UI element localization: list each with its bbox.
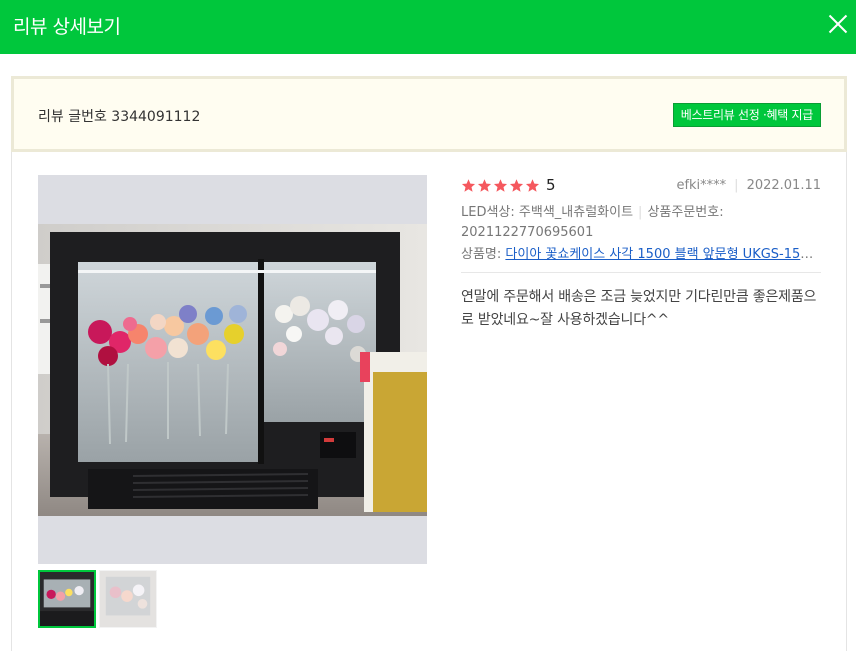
flower-showcase-photo	[38, 224, 427, 516]
product-link[interactable]: 다이아 꽃쇼케이스 사각 1500 블랙 앞문형 UKGS-1500FBL	[505, 247, 821, 262]
option-info: LED색상: 주백색_내츄럴화이트 | 상품주문번호: 20211227706956…	[461, 203, 821, 243]
flower-showcase-thumb-1	[40, 572, 94, 626]
rating-stars	[461, 178, 540, 193]
order-label: 상품주문번호:	[647, 205, 724, 220]
main-image-container	[38, 175, 427, 564]
star-icon	[509, 179, 524, 192]
best-review-badge: 베스트리뷰 선정 ·혜택 지급	[672, 103, 821, 127]
review-number: 리뷰 글번호 3344091112	[38, 109, 201, 125]
close-icon[interactable]	[828, 14, 848, 34]
product-prefix: 상품명:	[461, 247, 502, 262]
section-divider	[461, 272, 821, 273]
modal-header: 리뷰 상세보기	[0, 0, 856, 54]
review-content: 연말에 주문해서 배송은 조금 늦었지만 기다린만큼 좋은제품으로 받았네요~잘…	[461, 289, 817, 328]
modal-title: 리뷰 상세보기	[13, 16, 121, 38]
star-icon	[477, 179, 492, 192]
star-icon	[525, 179, 540, 192]
flower-showcase-thumb-2	[100, 571, 156, 627]
divider: |	[638, 205, 643, 220]
divider: |	[734, 178, 739, 193]
review-info-bar: 리뷰 글번호 3344091112 베스트리뷰 선정 ·혜택 지급	[11, 76, 847, 152]
thumbnail-1[interactable]	[38, 570, 96, 628]
review-date: 2022.01.11	[746, 178, 821, 193]
product-info: 상품명: 다이아 꽃쇼케이스 사각 1500 블랙 앞문형 UKGS-1500F…	[461, 243, 821, 262]
rating-score: 5	[546, 176, 556, 194]
star-icon	[461, 179, 476, 192]
review-meta: efki**** | 2022.01.11	[676, 178, 821, 193]
star-icon	[493, 179, 508, 192]
reviewer-id: efki****	[676, 178, 727, 193]
thumbnail-2[interactable]	[99, 570, 157, 628]
option-label: LED색상: 주백색_내츄럴화이트	[461, 205, 634, 220]
order-number: 2021122770695601	[461, 225, 594, 240]
